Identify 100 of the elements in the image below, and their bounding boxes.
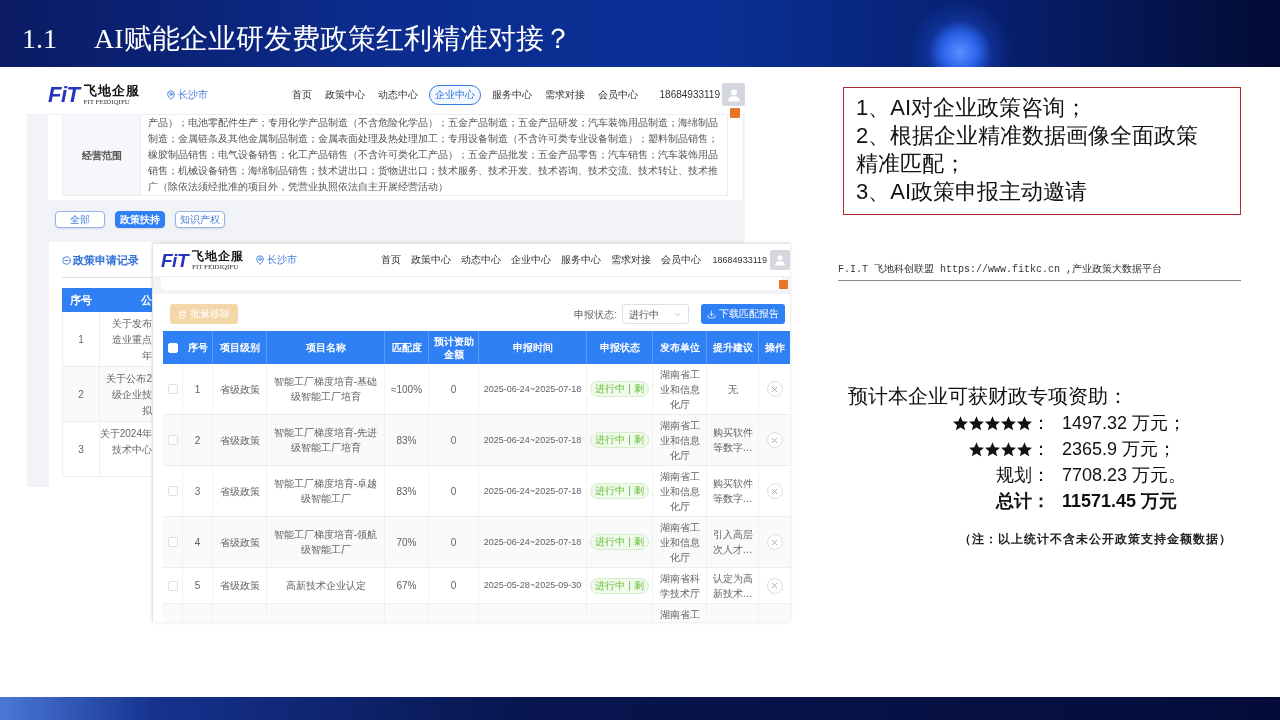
checkbox[interactable] [167,486,178,496]
record-title[interactable]: 关于2024年 技术中心 [99,426,152,476]
match-rate: 83% [396,484,417,499]
close-icon [770,486,779,496]
close-icon [770,384,779,394]
remove-button[interactable] [766,483,783,499]
location-pin-icon [255,255,265,265]
amount-label: ： [1032,412,1050,435]
match-rate: 70% [396,535,417,550]
project-name: 智能工厂梯度培育-卓越级智能工厂 [272,477,379,506]
filter-tab[interactable]: 知识产权 [175,211,225,228]
status-filter-label: 申报状态: [574,307,617,322]
project-name: 高新技术企业认定 [285,579,366,593]
nav-link[interactable]: 需求对接 [608,250,653,270]
remove-button[interactable] [766,534,783,550]
nav-link[interactable]: 企业中心 [428,84,481,105]
column-header: 项目名称 [305,341,346,354]
highlight-item: 1、AI对企业政策咨询； [856,94,1089,122]
nav-link[interactable]: 政策中心 [322,84,367,105]
remove-button[interactable] [766,381,783,397]
suggestion: 购买软件等数字… [711,426,754,455]
footnote: （注：以上统计不含未公开政策支持金额数据） [958,531,1233,547]
checkbox[interactable] [167,384,178,394]
publisher: 湖南省工业和信息化厅 [658,469,701,514]
column-header: 公 [140,292,152,308]
row-index: 4 [194,535,201,550]
nav-link[interactable]: 动态中心 [375,84,420,105]
funding-amount: 0 [450,535,457,550]
avatar-icon[interactable] [770,250,790,270]
location-link[interactable]: 长沙市 [177,89,208,100]
checkbox[interactable] [167,537,178,547]
remove-button[interactable] [766,432,783,448]
location-pin-icon [165,89,176,100]
record-title[interactable]: 关于公布2 级企业技 拟 [106,371,152,421]
star-icon [985,415,1000,431]
amount-label: ： [1032,438,1050,461]
application-period: 2025-06-24~2025-07-18 [483,433,582,447]
document-header: F.I.T 飞地科创联盟 https://www.fitkc.cn ,产业政策大数据平台 [838,264,1163,275]
record-title[interactable]: 关于发布 造业重点 年 [112,316,152,366]
suggestion: 无 [727,382,738,397]
policy-grade-label: 省级政策 [219,382,260,397]
location-link[interactable]: 长沙市 [267,255,297,265]
amount-value: 1497.32 万元； [1062,412,1187,435]
nav-link[interactable]: 政策中心 [408,250,453,270]
policy-grade-label: 省级政策 [219,484,260,499]
circle-minus-icon [62,255,71,265]
nav-link[interactable]: 动态中心 [458,250,503,270]
suggestion: 引入高层次人才… [711,528,754,557]
nav-link[interactable]: 需求对接 [542,84,587,105]
star-icon [969,415,984,431]
row-index: 2 [78,387,84,402]
match-rate: ≈100% [390,382,423,397]
download-report-button[interactable]: 下载匹配报告 [701,304,785,324]
nav-link[interactable]: 服务中心 [558,250,603,270]
download-icon [707,309,716,319]
funding-amount: 0 [450,579,457,593]
tile-icon[interactable] [779,280,788,289]
policy-grade-label: 省级政策 [219,579,260,593]
filter-tab[interactable]: 政策扶持 [115,211,165,228]
nav-link[interactable]: 会员中心 [658,250,703,270]
avatar-icon[interactable] [722,83,745,106]
row-index: 3 [194,484,201,499]
nav-link[interactable]: 企业中心 [508,250,553,270]
star-icon [1001,415,1016,431]
publisher: 湖南省工业和信息化厅 [658,418,701,463]
column-header: 匹配度 [391,341,422,354]
row-index: 2 [194,433,201,448]
tile-icon[interactable] [730,108,740,118]
nav-link[interactable]: 服务中心 [489,84,534,105]
column-header: 发布单位 [659,341,700,354]
nav-link[interactable]: 首页 [378,250,403,270]
star-icon [1017,415,1032,431]
project-name: 智能工厂梯度培育-基础级智能工厂培育 [272,375,379,404]
suggestion: 认定为高新技术… [711,571,754,601]
amount-value: 7708.23 万元。 [1062,464,1187,487]
logo-name: 飞地企服 [83,83,140,97]
funding-amount: 0 [450,433,457,448]
column-header: 申报状态 [599,341,640,354]
column-header: 提升建议 [712,341,753,354]
checkbox[interactable] [167,580,178,591]
close-icon [770,581,779,590]
nav-link[interactable]: 会员中心 [595,84,640,105]
remove-button[interactable] [766,577,783,594]
policy-grade-label: 省级政策 [219,433,260,448]
checkbox[interactable] [167,435,178,445]
star-icon [1017,441,1032,457]
filter-tab[interactable]: 全部 [55,211,105,228]
status-tag: 进行中 | 剩 [590,577,649,594]
status-select[interactable]: 进行中 [622,304,689,324]
column-header: 操作 [764,341,785,354]
amount-value: 11571.45 万元 [1062,490,1178,513]
match-rate: 67% [396,579,417,593]
star-icon [953,415,968,431]
nav-link[interactable]: 首页 [289,84,314,105]
column-header: 序号 [69,292,93,308]
column-header: 预计资助金额 [433,334,474,361]
row-index: 1 [78,332,84,347]
star-icon [969,441,984,457]
column-header: 项目级别 [219,341,260,354]
match-rate: 83% [396,433,417,448]
